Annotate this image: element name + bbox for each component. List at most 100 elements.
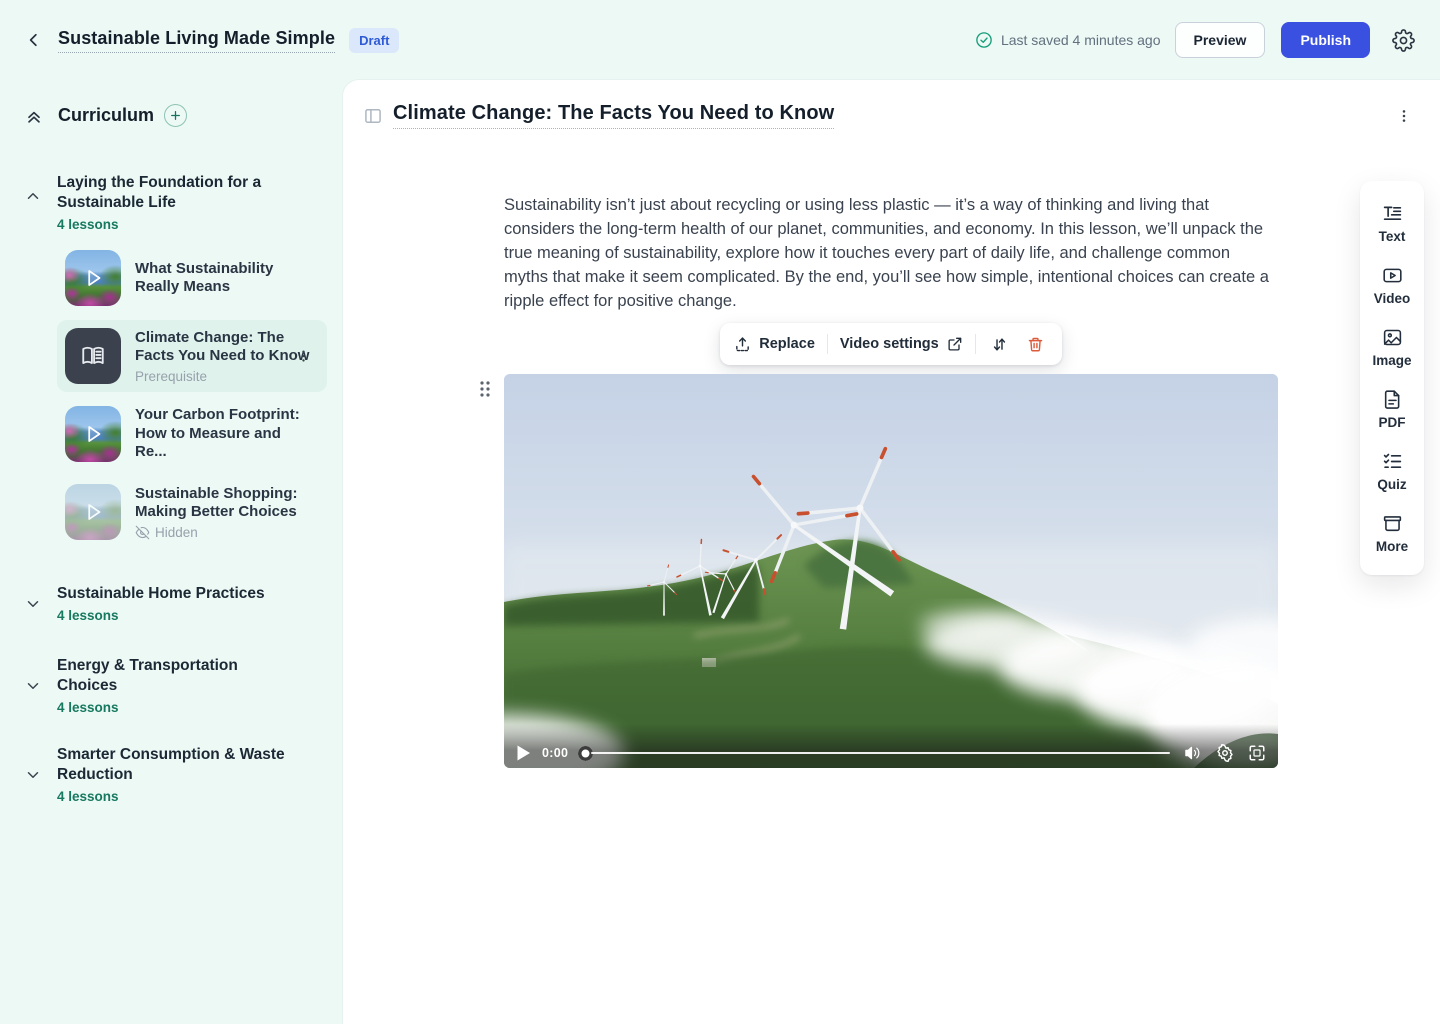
lesson-item-hidden[interactable]: Sustainable Shopping: Making Better Choi… [57, 476, 327, 548]
external-link-icon [947, 336, 963, 352]
curriculum-sidebar: Curriculum Laying the Foundation for a S… [0, 80, 343, 1024]
video-settings-button[interactable]: Video settings [840, 336, 963, 352]
check-circle-icon [975, 31, 993, 49]
tool-label: PDF [1379, 415, 1406, 430]
curriculum-section: Smarter Consumption & Waste Reduction 4 … [16, 745, 327, 804]
more-blocks-button[interactable]: More [1360, 503, 1424, 565]
sidebar-toggle-icon[interactable] [363, 106, 383, 126]
tool-label: Text [1379, 229, 1406, 244]
lesson-title: Sustainable Shopping: Making Better Choi… [135, 485, 317, 522]
video-progress-bar[interactable] [578, 746, 1170, 761]
video-poster-windfarm [504, 374, 1278, 768]
lesson-thumbnail [65, 406, 121, 462]
image-icon [1382, 327, 1403, 348]
last-saved-indicator: Last saved 4 minutes ago [975, 31, 1161, 49]
lesson-subtitle: Prerequisite [135, 369, 317, 384]
section-header[interactable]: Sustainable Home Practices 4 lessons [16, 584, 327, 623]
eye-off-icon [135, 525, 150, 540]
chevron-down-icon[interactable] [24, 677, 42, 695]
lesson-options-kebab-icon[interactable] [1396, 108, 1412, 124]
upload-icon [734, 336, 751, 353]
preview-button[interactable]: Preview [1175, 22, 1266, 58]
volume-icon[interactable] [1184, 744, 1202, 762]
collapse-all-icon[interactable] [24, 106, 44, 126]
top-bar: Sustainable Living Made Simple Draft Las… [0, 0, 1440, 80]
drag-handle-icon[interactable] [478, 379, 492, 399]
lesson-item[interactable]: Your Carbon Footprint: How to Measure an… [57, 398, 327, 470]
section-title: Sustainable Home Practices [57, 584, 265, 604]
section-lesson-count: 4 lessons [57, 608, 265, 623]
settings-gear-icon[interactable] [1390, 27, 1416, 53]
section-title: Smarter Consumption & Waste Reduction [57, 745, 297, 785]
video-player[interactable]: 0:00 [504, 374, 1278, 768]
lesson-thumbnail-reading [65, 328, 121, 384]
lesson-thumbnail [65, 250, 121, 306]
section-title: Laying the Foundation for a Sustainable … [57, 173, 297, 213]
fullscreen-icon[interactable] [1248, 744, 1266, 762]
chevron-down-icon[interactable] [24, 595, 42, 613]
add-pdf-block-button[interactable]: PDF [1360, 379, 1424, 441]
video-current-time: 0:00 [542, 746, 568, 760]
tool-label: Video [1374, 291, 1411, 306]
section-header[interactable]: Smarter Consumption & Waste Reduction 4 … [16, 745, 327, 804]
lesson-editor-panel: Climate Change: The Facts You Need to Kn… [343, 80, 1440, 1024]
more-archive-icon [1382, 513, 1403, 534]
lesson-list: What Sustainability Really Means Climate… [57, 242, 327, 548]
publish-button[interactable]: Publish [1281, 22, 1370, 58]
lesson-text-block[interactable]: Sustainability isn’t just about recyclin… [504, 193, 1278, 313]
play-button[interactable] [516, 745, 532, 761]
play-icon [65, 406, 121, 462]
lesson-item[interactable]: What Sustainability Really Means [57, 242, 327, 314]
lesson-title: What Sustainability Really Means [135, 260, 300, 297]
tool-label: Image [1372, 353, 1411, 368]
lesson-page-title[interactable]: Climate Change: The Facts You Need to Kn… [393, 102, 834, 129]
lesson-title: Your Carbon Footprint: How to Measure an… [135, 406, 307, 462]
section-header[interactable]: Energy & Transportation Choices 4 lesson… [16, 656, 327, 715]
lesson-hidden-label: Hidden [135, 525, 317, 540]
play-icon [65, 250, 121, 306]
lesson-title: Climate Change: The Facts You Need to Kn… [135, 329, 317, 366]
chevron-up-icon[interactable] [24, 187, 42, 205]
play-icon [65, 484, 121, 540]
player-settings-icon[interactable] [1216, 744, 1234, 762]
add-video-block-button[interactable]: Video [1360, 255, 1424, 317]
video-icon [1382, 265, 1403, 286]
delete-block-icon[interactable] [1024, 332, 1048, 356]
toolbar-divider [827, 334, 828, 354]
add-image-block-button[interactable]: Image [1360, 317, 1424, 379]
move-block-icon[interactable] [988, 332, 1012, 356]
tool-label: More [1376, 539, 1408, 554]
content-blocks-panel: Text Video Image PDF Quiz More [1360, 181, 1424, 575]
chevron-down-icon[interactable] [24, 766, 42, 784]
curriculum-section: Sustainable Home Practices 4 lessons [16, 584, 327, 623]
curriculum-title: Curriculum [58, 105, 154, 126]
last-saved-text: Last saved 4 minutes ago [1001, 32, 1161, 48]
status-badge: Draft [349, 28, 399, 53]
video-controls-bar: 0:00 [504, 724, 1278, 768]
section-header[interactable]: Laying the Foundation for a Sustainable … [16, 173, 327, 232]
section-lesson-count: 4 lessons [57, 789, 297, 804]
replace-button[interactable]: Replace [734, 336, 815, 353]
lesson-item-selected[interactable]: Climate Change: The Facts You Need to Kn… [57, 320, 327, 392]
progress-track[interactable] [591, 752, 1170, 755]
back-button[interactable] [22, 28, 46, 52]
video-block: 0:00 [504, 374, 1278, 768]
add-section-button[interactable] [164, 104, 187, 127]
section-title: Energy & Transportation Choices [57, 656, 297, 696]
section-lesson-count: 4 lessons [57, 217, 297, 232]
toolbar-divider [975, 334, 976, 354]
lesson-kebab-menu-icon[interactable] [296, 349, 311, 364]
curriculum-header: Curriculum [16, 98, 327, 133]
text-icon [1382, 203, 1403, 224]
tool-label: Quiz [1377, 477, 1406, 492]
add-text-block-button[interactable]: Text [1360, 193, 1424, 255]
add-quiz-block-button[interactable]: Quiz [1360, 441, 1424, 503]
pdf-icon [1382, 389, 1403, 410]
curriculum-section: Laying the Foundation for a Sustainable … [16, 173, 327, 548]
curriculum-section: Energy & Transportation Choices 4 lesson… [16, 656, 327, 715]
open-book-icon [80, 343, 106, 369]
quiz-icon [1382, 451, 1403, 472]
section-lesson-count: 4 lessons [57, 700, 297, 715]
course-title[interactable]: Sustainable Living Made Simple [58, 28, 335, 53]
video-block-toolbar: Replace Video settings [720, 323, 1061, 365]
